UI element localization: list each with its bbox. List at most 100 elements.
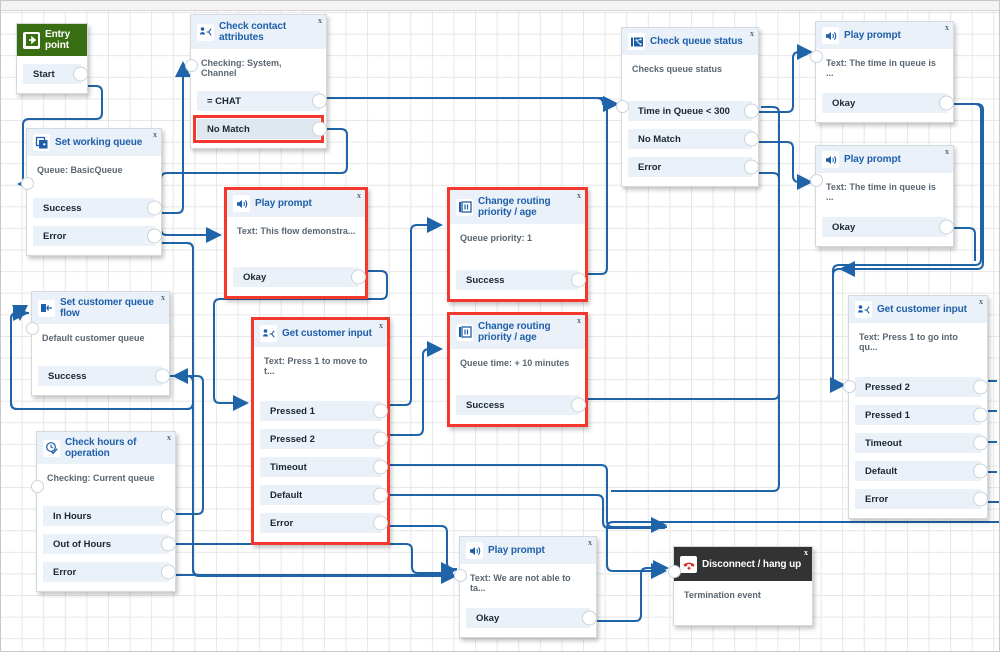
close-icon[interactable]: x: [804, 548, 808, 557]
node-get-customer-input-left[interactable]: Get customer input x Text: Press 1 to mo…: [251, 317, 390, 545]
node-change-routing-age[interactable]: Change routing priority / age x Queue ti…: [447, 312, 588, 427]
port-okay[interactable]: Okay: [822, 93, 947, 113]
port-success[interactable]: Success: [33, 198, 155, 218]
port-connector[interactable]: [973, 492, 988, 507]
port-timeout[interactable]: Timeout: [855, 433, 981, 453]
port-okay[interactable]: Okay: [466, 608, 590, 628]
port-no-match[interactable]: No Match: [628, 129, 752, 149]
node-change-routing-priority[interactable]: Change routing priority / age x Queue pr…: [447, 187, 588, 302]
close-icon[interactable]: x: [577, 191, 581, 200]
close-icon[interactable]: x: [161, 293, 165, 302]
input-connector[interactable]: [668, 565, 681, 578]
port-timeout[interactable]: Timeout: [260, 457, 381, 477]
port-label: Default: [270, 490, 302, 501]
port-connector[interactable]: [373, 404, 388, 419]
input-connector[interactable]: [616, 100, 629, 113]
port-okay[interactable]: Okay: [822, 217, 947, 237]
input-connector[interactable]: [454, 569, 467, 582]
port-connector[interactable]: [147, 229, 162, 244]
port-connector[interactable]: [939, 220, 954, 235]
port-error[interactable]: Error: [260, 513, 381, 533]
port-connector[interactable]: [973, 436, 988, 451]
port-success[interactable]: Success: [456, 270, 579, 290]
port-connector[interactable]: [161, 509, 176, 524]
port-connector[interactable]: [373, 460, 388, 475]
node-subtitle: Text: We are not able to ta...: [460, 564, 596, 608]
port-connector[interactable]: [582, 611, 597, 626]
port-time-in-queue[interactable]: Time in Queue < 300: [628, 101, 752, 121]
input-connector[interactable]: [26, 322, 39, 335]
node-check-hours-of-operation[interactable]: Check hours of operation x Checking: Cur…: [36, 431, 176, 592]
port-no-match[interactable]: No Match: [197, 119, 320, 139]
port-in-hours[interactable]: In Hours: [43, 506, 169, 526]
port-connector[interactable]: [312, 94, 327, 109]
node-play-prompt-unable[interactable]: Play prompt x Text: We are not able to t…: [459, 536, 597, 638]
port-connector[interactable]: [73, 67, 88, 82]
port-default[interactable]: Default: [855, 461, 981, 481]
close-icon[interactable]: x: [577, 316, 581, 325]
close-icon[interactable]: x: [750, 29, 754, 38]
port-connector[interactable]: [373, 432, 388, 447]
node-check-contact-attributes[interactable]: Check contact attributes x Checking: Sys…: [190, 14, 327, 149]
node-set-working-queue[interactable]: Set working queue x Queue: BasicQueue Su…: [26, 128, 162, 256]
node-set-customer-queue-flow[interactable]: Set customer queue flow x Default custom…: [31, 291, 170, 396]
port-connector[interactable]: [939, 96, 954, 111]
port-pressed-1[interactable]: Pressed 1: [855, 405, 981, 425]
node-entry-point[interactable]: Entry point Start: [16, 23, 88, 94]
port-connector[interactable]: [571, 398, 586, 413]
port-error[interactable]: Error: [855, 489, 981, 509]
port-success[interactable]: Success: [38, 366, 163, 386]
input-connector[interactable]: [185, 59, 198, 72]
input-connector[interactable]: [21, 177, 34, 190]
port-connector[interactable]: [155, 369, 170, 384]
close-icon[interactable]: x: [318, 16, 322, 25]
node-play-prompt-intro[interactable]: Play prompt x Text: This flow demonstra.…: [224, 187, 368, 299]
port-connector[interactable]: [571, 273, 586, 288]
port-connector[interactable]: [147, 201, 162, 216]
port-connector[interactable]: [161, 537, 176, 552]
port-error[interactable]: Error: [628, 157, 752, 177]
input-connector[interactable]: [810, 174, 823, 187]
port-connector[interactable]: [373, 516, 388, 531]
port-connector[interactable]: [312, 122, 327, 137]
node-get-customer-input-right[interactable]: Get customer input x Text: Press 1 to go…: [848, 295, 988, 519]
node-play-prompt-queue-time-2[interactable]: Play prompt x Text: The time in queue is…: [815, 145, 954, 247]
port-error[interactable]: Error: [43, 562, 169, 582]
close-icon[interactable]: x: [945, 23, 949, 32]
node-check-queue-status[interactable]: Check queue status x Checks queue status…: [621, 27, 759, 187]
port-connector[interactable]: [373, 488, 388, 503]
node-play-prompt-queue-time-1[interactable]: Play prompt x Text: The time in queue is…: [815, 21, 954, 123]
port-start[interactable]: Start: [23, 64, 81, 84]
port-connector[interactable]: [973, 380, 988, 395]
port-connector[interactable]: [744, 160, 759, 175]
port-connector[interactable]: [744, 132, 759, 147]
port-connector[interactable]: [744, 104, 759, 119]
input-connector[interactable]: [843, 380, 856, 393]
close-icon[interactable]: x: [588, 538, 592, 547]
close-icon[interactable]: x: [945, 147, 949, 156]
port-out-of-hours[interactable]: Out of Hours: [43, 534, 169, 554]
speaker-icon: [466, 542, 483, 559]
close-icon[interactable]: x: [167, 433, 171, 442]
port-okay[interactable]: Okay: [233, 267, 359, 287]
close-icon[interactable]: x: [357, 191, 361, 200]
flow-canvas[interactable]: Entry point Start Set working queue x Qu…: [0, 0, 1000, 652]
port-connector[interactable]: [351, 270, 366, 285]
input-connector[interactable]: [810, 50, 823, 63]
node-disconnect-hang-up[interactable]: Disconnect / hang up x Termination event: [673, 546, 813, 626]
port-connector[interactable]: [973, 408, 988, 423]
close-icon[interactable]: x: [979, 297, 983, 306]
port-pressed-2[interactable]: Pressed 2: [855, 377, 981, 397]
port-pressed-1[interactable]: Pressed 1: [260, 401, 381, 421]
close-icon[interactable]: x: [153, 130, 157, 139]
port-default[interactable]: Default: [260, 485, 381, 505]
port-equals-chat[interactable]: = CHAT: [197, 91, 320, 111]
port-connector[interactable]: [973, 464, 988, 479]
port-connector[interactable]: [161, 565, 176, 580]
port-error[interactable]: Error: [33, 226, 155, 246]
node-ports: In Hours Out of Hours Error: [37, 506, 175, 591]
port-success[interactable]: Success: [456, 395, 579, 415]
input-connector[interactable]: [31, 480, 44, 493]
port-pressed-2[interactable]: Pressed 2: [260, 429, 381, 449]
close-icon[interactable]: x: [379, 321, 383, 330]
